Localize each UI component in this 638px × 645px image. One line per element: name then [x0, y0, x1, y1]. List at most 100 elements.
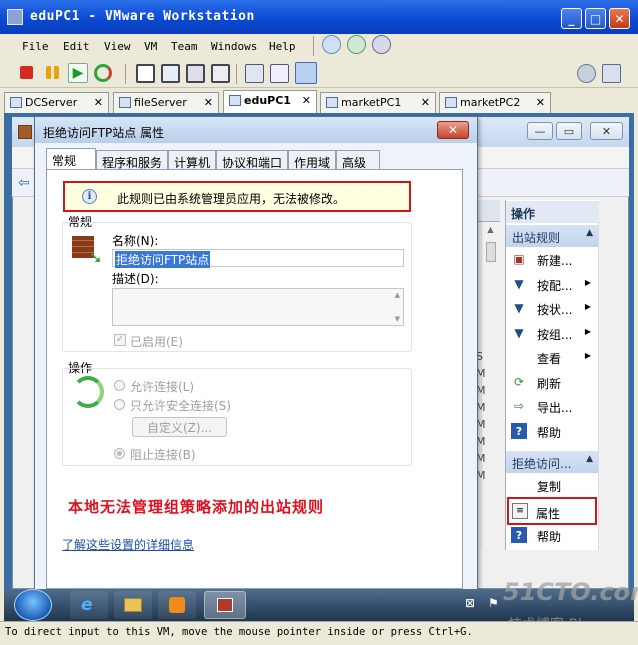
tab-edupc1[interactable]: eduPC1 ✕: [223, 90, 317, 113]
action-filter-state[interactable]: ▼ 按状... ▶: [510, 298, 596, 320]
actions-section-outbound[interactable]: 出站规则 ▲: [506, 225, 599, 247]
dialog-close-button[interactable]: ✕: [437, 121, 469, 139]
menu-view[interactable]: View: [104, 40, 131, 53]
action-copy[interactable]: 复制: [510, 475, 596, 497]
learn-more-link[interactable]: 了解这些设置的详细信息: [62, 536, 194, 553]
submenu-arrow-icon: ▶: [584, 302, 591, 311]
tab-fileserver[interactable]: fileServer ✕: [113, 92, 219, 113]
menu-help[interactable]: Help: [269, 40, 296, 53]
description-field[interactable]: ▲ ▼: [112, 288, 404, 326]
allow-radio[interactable]: [114, 380, 125, 391]
tab-close-icon[interactable]: ✕: [536, 96, 545, 109]
menu-vm[interactable]: VM: [144, 40, 157, 53]
menu-team[interactable]: Team: [171, 40, 198, 53]
enabled-checkbox[interactable]: ✓: [114, 334, 126, 346]
snapshot-icon[interactable]: [322, 35, 341, 54]
actions-scrollbar[interactable]: [598, 222, 612, 550]
menu-windows[interactable]: Windows: [211, 40, 257, 53]
action-label: 复制: [537, 480, 562, 494]
status-text: To direct input to this VM, move the mou…: [5, 626, 473, 638]
collapse-icon[interactable]: ▲: [586, 454, 593, 464]
tray-action-center-icon[interactable]: ⚑: [488, 596, 499, 610]
console-view-icon[interactable]: [245, 64, 264, 83]
tab-protocols-ports[interactable]: 协议和端口: [216, 150, 288, 170]
action-label: 查看: [537, 352, 562, 366]
power-off-icon[interactable]: [20, 66, 33, 79]
action-label: 导出...: [537, 401, 573, 415]
vm-icon: [326, 97, 338, 108]
window-title: eduPC1 - VMware Workstation: [30, 9, 255, 24]
network-icon[interactable]: [602, 64, 621, 83]
tab-general[interactable]: 常规: [46, 148, 96, 171]
collapse-icon[interactable]: ▲: [586, 228, 593, 238]
action-filter-group[interactable]: ▼ 按组... ▶: [510, 323, 596, 345]
action-filter-profile[interactable]: ▼ 按配... ▶: [510, 274, 596, 296]
quick-switch-icon[interactable]: [186, 64, 205, 83]
name-label: 名称(N):: [112, 234, 159, 248]
tab-programs-services[interactable]: 程序和服务: [96, 150, 168, 170]
menu-file[interactable]: File: [22, 40, 49, 53]
vm-settings-icon[interactable]: [577, 64, 596, 83]
action-label: 属性: [536, 507, 561, 521]
unity-icon[interactable]: [211, 64, 230, 83]
action-help[interactable]: ? 帮助: [510, 421, 596, 443]
maximize-button[interactable]: □: [585, 8, 606, 29]
tab-close-icon[interactable]: ✕: [94, 96, 103, 109]
sidebar-toggle-icon[interactable]: [136, 64, 155, 83]
tab-label: fileServer: [134, 96, 187, 109]
block-radio[interactable]: [114, 448, 125, 459]
status-bar: To direct input to this VM, move the mou…: [0, 621, 638, 645]
console-close-button[interactable]: ✕: [590, 122, 623, 140]
console-maximize-button[interactable]: ▭: [556, 122, 582, 140]
reset-icon[interactable]: [94, 64, 112, 82]
back-arrow-icon[interactable]: ⇦: [18, 175, 30, 191]
list-header: [478, 200, 500, 222]
snapshot-manager-icon[interactable]: [372, 35, 391, 54]
menu-bar: File Edit View VM Team Windows Help: [0, 34, 638, 59]
tab-close-icon[interactable]: ✕: [302, 94, 311, 107]
tab-dcserver[interactable]: DCServer ✕: [4, 92, 109, 113]
tab-marketpc1[interactable]: marketPC1 ✕: [320, 92, 436, 113]
tab-scope[interactable]: 作用域: [288, 150, 336, 170]
list-cell: M: [476, 469, 486, 482]
tab-advanced[interactable]: 高级: [336, 150, 380, 170]
vm-icon: [119, 97, 131, 108]
info-icon: i: [82, 189, 97, 204]
action-new-rule[interactable]: ▣ 新建...: [510, 249, 596, 271]
action-view[interactable]: 查看 ▶: [510, 347, 596, 369]
summary-view-icon[interactable]: [270, 64, 289, 83]
power-on-icon[interactable]: ▶: [68, 63, 88, 83]
customize-button[interactable]: 自定义(Z)...: [132, 417, 227, 437]
action-export[interactable]: ⇨ 导出...: [510, 396, 596, 418]
close-button[interactable]: ✕: [609, 8, 630, 29]
actions-section-rule[interactable]: 拒绝访问... ▲: [506, 451, 599, 473]
console-minimize-button[interactable]: —: [527, 122, 553, 140]
action-properties[interactable]: ≡ 属性: [507, 497, 597, 525]
tab-close-icon[interactable]: ✕: [204, 96, 213, 109]
action-refresh[interactable]: ⟳ 刷新: [510, 372, 596, 394]
list-cell: S: [476, 350, 483, 363]
minimize-button[interactable]: _: [561, 8, 582, 29]
menu-edit[interactable]: Edit: [63, 40, 90, 53]
tab-computers[interactable]: 计算机: [168, 150, 216, 170]
suspend-icon[interactable]: [46, 66, 59, 79]
revert-snapshot-icon[interactable]: [347, 35, 366, 54]
export-icon: ⇨: [513, 399, 525, 413]
start-button[interactable]: [14, 589, 52, 621]
action-help-rule[interactable]: ? 帮助: [510, 525, 596, 547]
taskbar-firewall-icon[interactable]: [204, 591, 246, 619]
tray-network-icon[interactable]: ⊠: [465, 596, 475, 610]
tab-close-icon[interactable]: ✕: [421, 96, 430, 109]
name-field[interactable]: 拒绝访问FTP站点: [112, 249, 404, 268]
appliance-view-icon[interactable]: [295, 62, 317, 84]
taskbar-media-player-icon[interactable]: [158, 591, 196, 619]
taskbar-explorer-icon[interactable]: [114, 591, 152, 619]
fullscreen-icon[interactable]: [161, 64, 180, 83]
allow-secure-radio[interactable]: [114, 399, 125, 410]
vm-icon: [229, 95, 241, 106]
taskbar-ie-icon[interactable]: e: [70, 591, 108, 619]
vm-tab-strip: DCServer ✕ fileServer ✕ eduPC1 ✕ marketPC1 ✕…: [0, 90, 638, 113]
watermark-logo: 51CTO.com: [503, 578, 638, 606]
banner-text: 此规则已由系统管理员应用，无法被修改。: [117, 192, 346, 206]
tab-marketpc2[interactable]: marketPC2 ✕: [439, 92, 551, 113]
